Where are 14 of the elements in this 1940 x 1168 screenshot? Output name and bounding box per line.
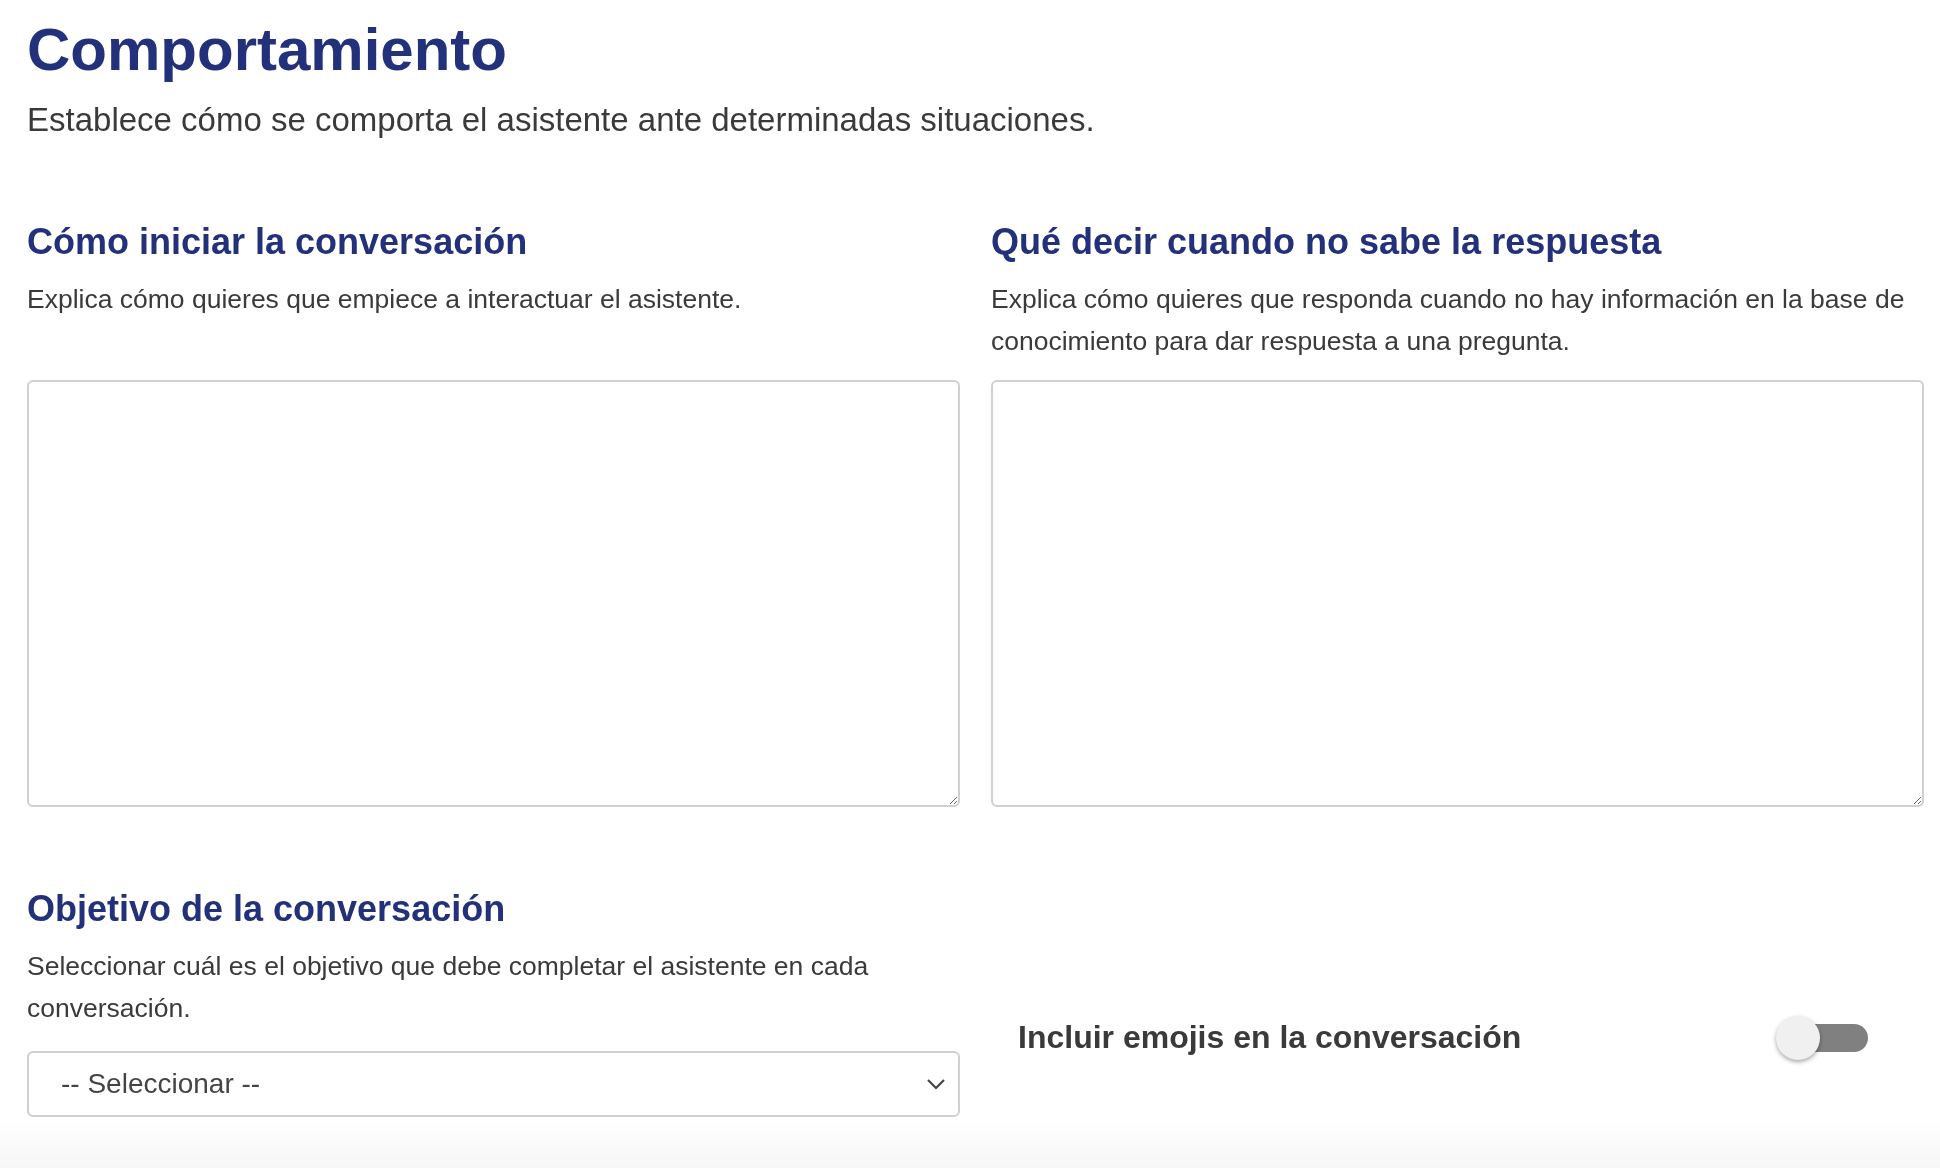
section-heading: Qué decir cuando no sabe la respuesta [991,220,1663,264]
toggle-label: Incluir emojis en la conversación [1018,1018,1522,1056]
section-description: Explica cómo quieres que responda cuando no hay información en la base de conocimiento para dar respuesta a una pregunta. [991,283,1906,358]
text-area[interactable] [27,380,960,807]
section-heading: Objetivo de la conversación [27,887,507,931]
text-area[interactable] [991,380,1924,807]
emoji-toggle[interactable] [1776,1014,1868,1060]
objective-dropdown[interactable]: -- Seleccionar -- [27,1051,960,1117]
section-heading: Cómo iniciar la conversación [27,220,529,264]
page-title: Comportamiento [27,15,508,85]
section-description: Seleccionar cuál es el objetivo que debe completar el asistente en cada conversación. [27,950,870,1025]
section-description: Explica cómo quieres que empiece a interactuar el asistente. [27,283,743,316]
chevron-down-icon [926,1078,946,1090]
page-subtitle: Establece cómo se comporta el asistente ante determinadas situaciones. [27,100,1096,140]
